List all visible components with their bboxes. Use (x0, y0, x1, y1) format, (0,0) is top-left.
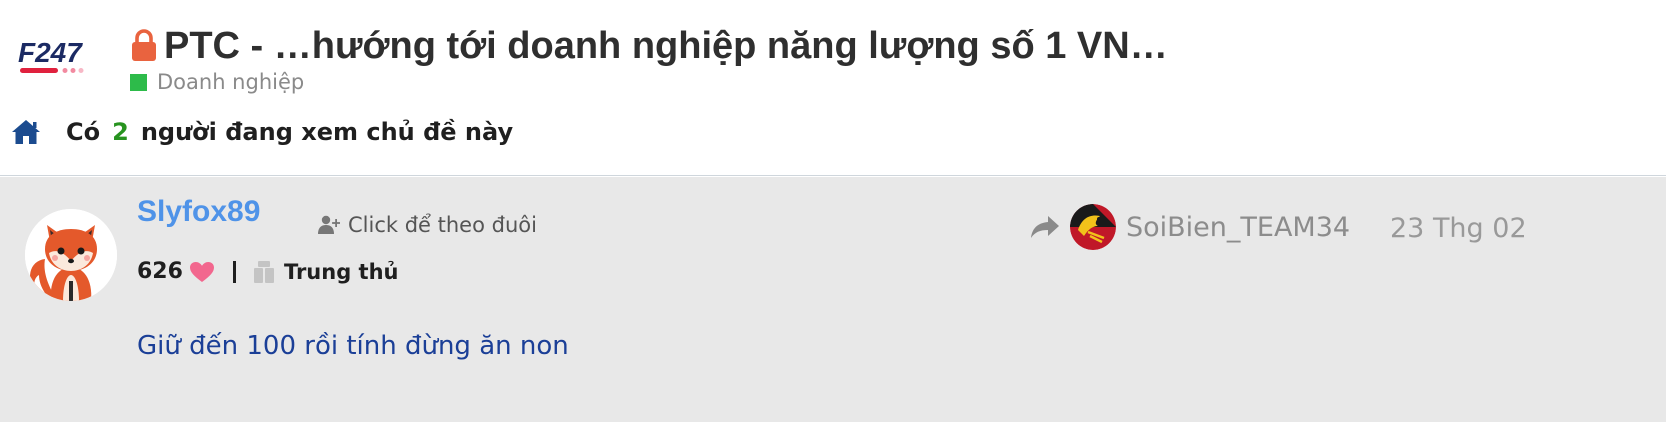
lock-icon (130, 29, 158, 63)
post: Slyfox89 Click để theo đuôi 626 Trung th… (0, 177, 1666, 422)
follow-button[interactable]: Click để theo đuôi (318, 213, 537, 237)
avatar[interactable] (25, 209, 117, 301)
home-icon[interactable] (10, 118, 42, 146)
badge-icon (252, 260, 276, 284)
category-label: Doanh nghiệp (157, 70, 305, 94)
reply-to[interactable]: SoiBien_TEAM34 (1030, 204, 1350, 250)
stats-divider (232, 260, 236, 283)
post-body: Giữ đến 100 rồi tính đừng ăn non (137, 331, 569, 361)
post-date[interactable]: 23 Thg 02 (1390, 213, 1527, 244)
category-badge[interactable]: Doanh nghiệp (130, 70, 304, 94)
author-rank: Trung thủ (283, 259, 399, 284)
topic-title-row: PTC - …hướng tới doanh nghiệp năng lượng… (130, 18, 1168, 74)
follow-label: Click để theo đuôi (348, 213, 537, 237)
site-logo[interactable]: F247 (18, 37, 118, 78)
viewers-prefix: Có (66, 118, 101, 146)
share-arrow-icon (1030, 214, 1060, 240)
viewers-suffix: người đang xem chủ đề này (140, 118, 514, 146)
topic-header: F247 PTC - …hướng tới doanh nghiệp năng … (0, 0, 1666, 176)
viewers-indicator: Có 2 người đang xem chủ đề này (10, 118, 513, 146)
author-stats: 626 Trung thủ (137, 259, 399, 284)
reply-user-avatar[interactable] (1070, 204, 1116, 250)
category-color-swatch (130, 73, 147, 91)
likes-count: 626 (137, 259, 183, 284)
author-username[interactable]: Slyfox89 (137, 195, 260, 229)
user-plus-icon (318, 215, 341, 235)
heart-icon (189, 261, 215, 283)
reply-to-username[interactable]: SoiBien_TEAM34 (1126, 212, 1350, 243)
page: F247 PTC - …hướng tới doanh nghiệp năng … (0, 0, 1666, 422)
svg-text:F247: F247 (18, 38, 83, 68)
viewers-count: 2 (112, 118, 129, 146)
topic-title[interactable]: PTC - …hướng tới doanh nghiệp năng lượng… (164, 25, 1168, 68)
